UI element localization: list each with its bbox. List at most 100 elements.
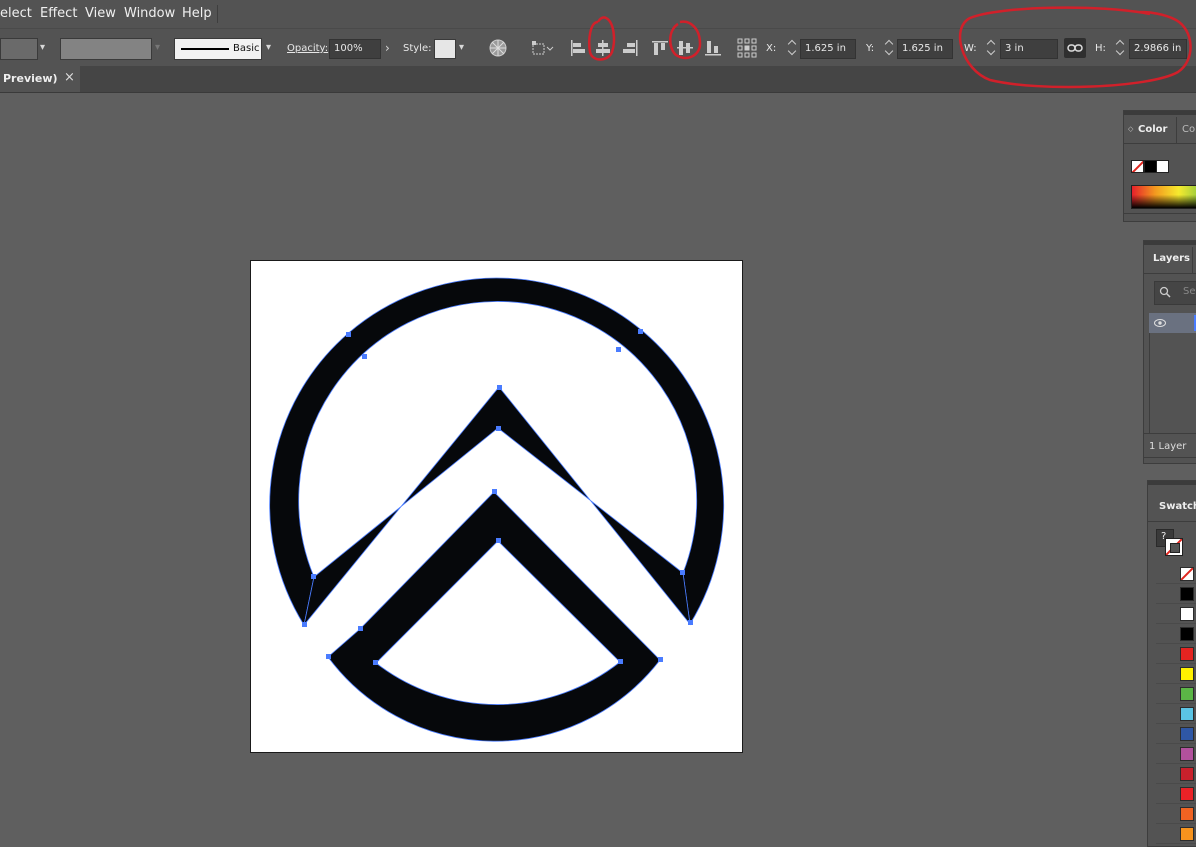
align-left-icon[interactable] bbox=[568, 38, 588, 58]
color-swatch[interactable] bbox=[1180, 647, 1194, 661]
search-placeholder: Se bbox=[1183, 286, 1196, 297]
stroke-none-icon[interactable] bbox=[1165, 538, 1183, 556]
chevron-down-icon[interactable]: ▾ bbox=[266, 42, 271, 53]
color-swatch[interactable] bbox=[1180, 607, 1194, 621]
swatch-row[interactable] bbox=[1156, 725, 1196, 744]
opacity-field[interactable]: 100% bbox=[329, 39, 381, 59]
menu-select[interactable]: elect bbox=[0, 6, 32, 21]
recolor-artwork-icon[interactable] bbox=[488, 38, 508, 58]
menu-help[interactable]: Help bbox=[182, 6, 212, 21]
layers-panel: Layers Se 1 Layer bbox=[1143, 240, 1196, 464]
swatch-row[interactable] bbox=[1156, 585, 1196, 604]
color-spectrum[interactable] bbox=[1131, 185, 1196, 209]
divider bbox=[1124, 143, 1196, 144]
search-icon bbox=[1159, 286, 1171, 298]
h-label: H: bbox=[1095, 43, 1106, 54]
document-tab[interactable]: Preview) × bbox=[0, 66, 80, 92]
eye-icon[interactable] bbox=[1154, 318, 1166, 328]
align-right-icon[interactable] bbox=[620, 38, 640, 58]
tab-swatches[interactable]: Swatche bbox=[1159, 501, 1196, 512]
swatch-row[interactable] bbox=[1156, 765, 1196, 784]
color-swatch[interactable] bbox=[1180, 827, 1194, 841]
none-swatch-icon[interactable] bbox=[1180, 567, 1194, 581]
chevron-right-icon[interactable]: › bbox=[385, 41, 390, 55]
swatch-row[interactable] bbox=[1156, 785, 1196, 804]
chevron-down-icon: ▾ bbox=[155, 42, 161, 53]
menu-effect[interactable]: Effect bbox=[40, 6, 77, 21]
menu-window[interactable]: Window bbox=[124, 6, 175, 21]
tab-layers-label: Layers bbox=[1153, 253, 1190, 264]
divider bbox=[1144, 273, 1196, 274]
tab-color-guide[interactable]: Co bbox=[1182, 124, 1195, 135]
stroke-line-preview bbox=[181, 48, 229, 50]
stroke-weight-field[interactable] bbox=[60, 38, 152, 60]
color-swatch[interactable] bbox=[1180, 727, 1194, 741]
align-bottom-icon[interactable] bbox=[703, 38, 723, 58]
link-icon bbox=[1067, 44, 1083, 52]
artwork-canvas[interactable] bbox=[251, 261, 742, 752]
layers-search-input[interactable]: Se bbox=[1154, 281, 1196, 305]
panel-grip bbox=[1124, 111, 1196, 115]
color-panel: ◇ Color Co bbox=[1123, 110, 1196, 222]
swatch-row[interactable] bbox=[1156, 625, 1196, 644]
color-swatch[interactable] bbox=[1180, 687, 1194, 701]
white-swatch[interactable] bbox=[1156, 160, 1169, 173]
divider bbox=[1124, 213, 1196, 214]
swatch-row[interactable] bbox=[1156, 665, 1196, 684]
color-swatch[interactable] bbox=[1180, 807, 1194, 821]
tab-layers[interactable]: Layers bbox=[1144, 247, 1193, 273]
color-swatch[interactable] bbox=[1180, 767, 1194, 781]
h-stepper-icon[interactable] bbox=[1115, 39, 1125, 57]
fill-color-dropdown[interactable] bbox=[0, 38, 38, 60]
h-field[interactable]: 2.9866 in bbox=[1129, 39, 1187, 59]
stroke-profile-dropdown[interactable]: Basic bbox=[174, 38, 262, 60]
y-field[interactable]: 1.625 in bbox=[897, 39, 953, 59]
y-label: Y: bbox=[866, 43, 875, 54]
chevron-down-icon[interactable]: ▾ bbox=[459, 42, 464, 53]
color-swatch[interactable] bbox=[1180, 747, 1194, 761]
align-vertical-center-icon[interactable] bbox=[675, 38, 695, 58]
swatch-row[interactable] bbox=[1156, 705, 1196, 724]
align-top-icon[interactable] bbox=[650, 38, 670, 58]
stroke-style-label: Basic bbox=[233, 43, 260, 54]
artboard[interactable] bbox=[250, 260, 743, 753]
swatch-row[interactable] bbox=[1156, 605, 1196, 624]
transform-reference-point-icon[interactable] bbox=[737, 38, 757, 58]
tab-color[interactable]: ◇ Color bbox=[1124, 117, 1177, 143]
align-horizontal-center-icon[interactable] bbox=[593, 38, 613, 58]
color-swatch[interactable] bbox=[1180, 707, 1194, 721]
color-swatch[interactable] bbox=[1180, 627, 1194, 641]
align-to-icon[interactable] bbox=[530, 38, 556, 58]
divider bbox=[1144, 433, 1196, 434]
swatch-row[interactable] bbox=[1156, 745, 1196, 764]
x-stepper-icon[interactable] bbox=[787, 39, 797, 57]
w-stepper-icon[interactable] bbox=[986, 39, 996, 57]
swatch-row[interactable] bbox=[1156, 685, 1196, 704]
control-bar: ▾ ▾ Basic ▾ Opacity: 100% › Style: ▾ X: … bbox=[0, 28, 1196, 67]
chevron-down-icon[interactable]: ▾ bbox=[40, 42, 45, 53]
none-swatch-icon[interactable] bbox=[1131, 160, 1144, 173]
color-swatch[interactable] bbox=[1180, 667, 1194, 681]
y-stepper-icon[interactable] bbox=[884, 39, 894, 57]
panel-grip bbox=[1144, 241, 1196, 245]
swatch-row[interactable] bbox=[1156, 565, 1196, 584]
document-tab-title: Preview) bbox=[3, 72, 58, 85]
close-icon[interactable]: × bbox=[64, 70, 75, 85]
style-label: Style: bbox=[403, 43, 432, 54]
w-field[interactable]: 3 in bbox=[1000, 39, 1058, 59]
constrain-proportions-button[interactable] bbox=[1064, 38, 1086, 58]
opacity-label[interactable]: Opacity: bbox=[287, 43, 328, 54]
color-swatch[interactable] bbox=[1180, 587, 1194, 601]
swatches-panel: Swatche ? bbox=[1147, 480, 1196, 847]
graphic-style-swatch[interactable] bbox=[434, 39, 456, 59]
x-field[interactable]: 1.625 in bbox=[800, 39, 856, 59]
x-label: X: bbox=[766, 43, 777, 54]
panel-collapse-icon[interactable]: ◇ bbox=[1128, 125, 1133, 133]
divider bbox=[1148, 521, 1196, 522]
swatch-row[interactable] bbox=[1156, 805, 1196, 824]
color-swatch[interactable] bbox=[1180, 787, 1194, 801]
swatch-row[interactable] bbox=[1156, 825, 1196, 844]
swatch-row[interactable] bbox=[1156, 645, 1196, 664]
menu-view[interactable]: View bbox=[85, 6, 116, 21]
layer-row[interactable] bbox=[1149, 313, 1196, 333]
